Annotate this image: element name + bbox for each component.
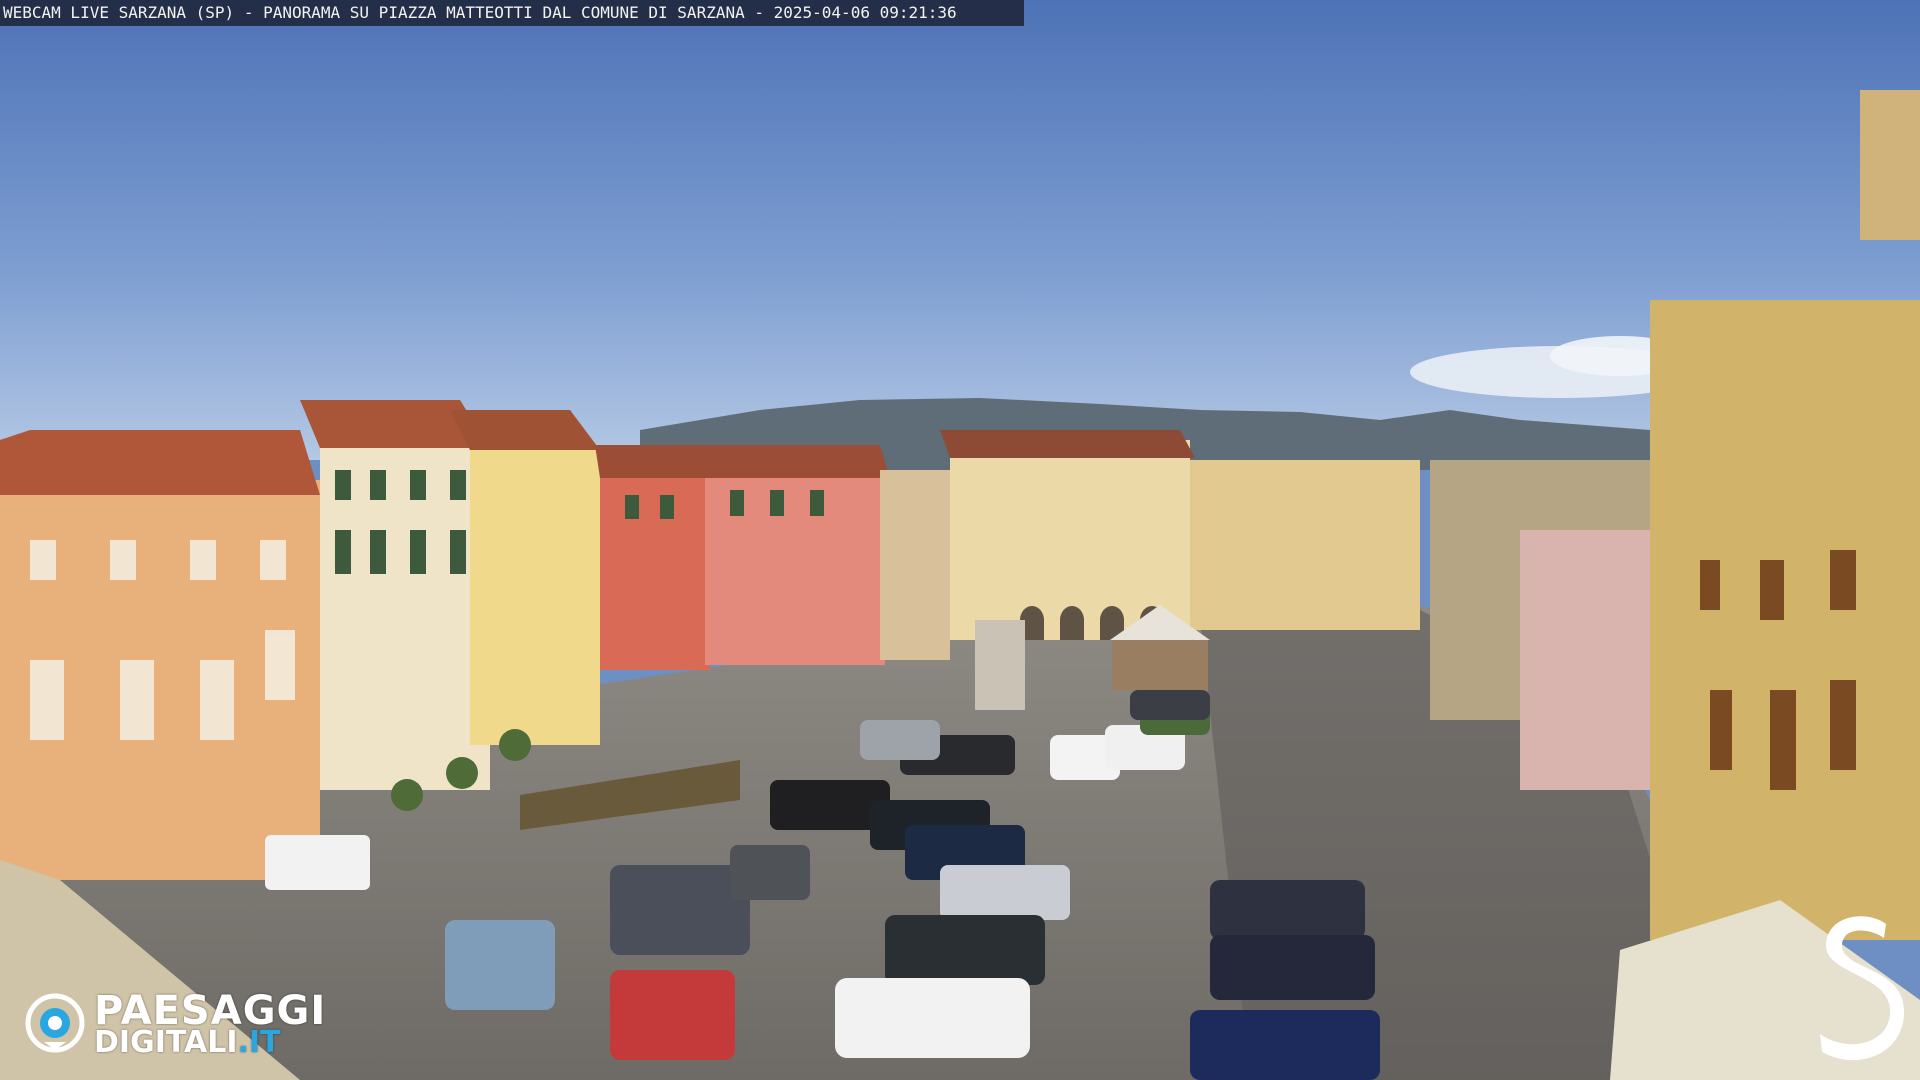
s-letter-logo-icon bbox=[1820, 916, 1905, 1061]
eye-icon bbox=[25, 993, 85, 1053]
building-comune bbox=[1650, 300, 1920, 940]
roof bbox=[940, 430, 1195, 458]
roof bbox=[595, 445, 890, 478]
tower bbox=[1860, 90, 1920, 240]
webcam-scene bbox=[0, 0, 1920, 1080]
building-red bbox=[600, 470, 710, 670]
logo-line2: DIGITALI.IT bbox=[94, 1028, 281, 1058]
building-far bbox=[1190, 460, 1420, 630]
logo-line2-main: DIGITALI bbox=[94, 1025, 238, 1060]
roof bbox=[0, 430, 320, 495]
monument-base bbox=[975, 620, 1025, 710]
webcam-caption: WEBCAM LIVE SARZANA (SP) - PANORAMA SU P… bbox=[0, 0, 1024, 26]
carousel bbox=[1112, 640, 1208, 690]
building-beige bbox=[880, 470, 950, 660]
building-yellow bbox=[470, 445, 600, 745]
logo-line2-tld: .IT bbox=[237, 1025, 281, 1060]
paesaggi-digitali-logo: PAESAGGI DIGITALI.IT bbox=[24, 990, 334, 1058]
building-right-pink bbox=[1520, 530, 1660, 790]
